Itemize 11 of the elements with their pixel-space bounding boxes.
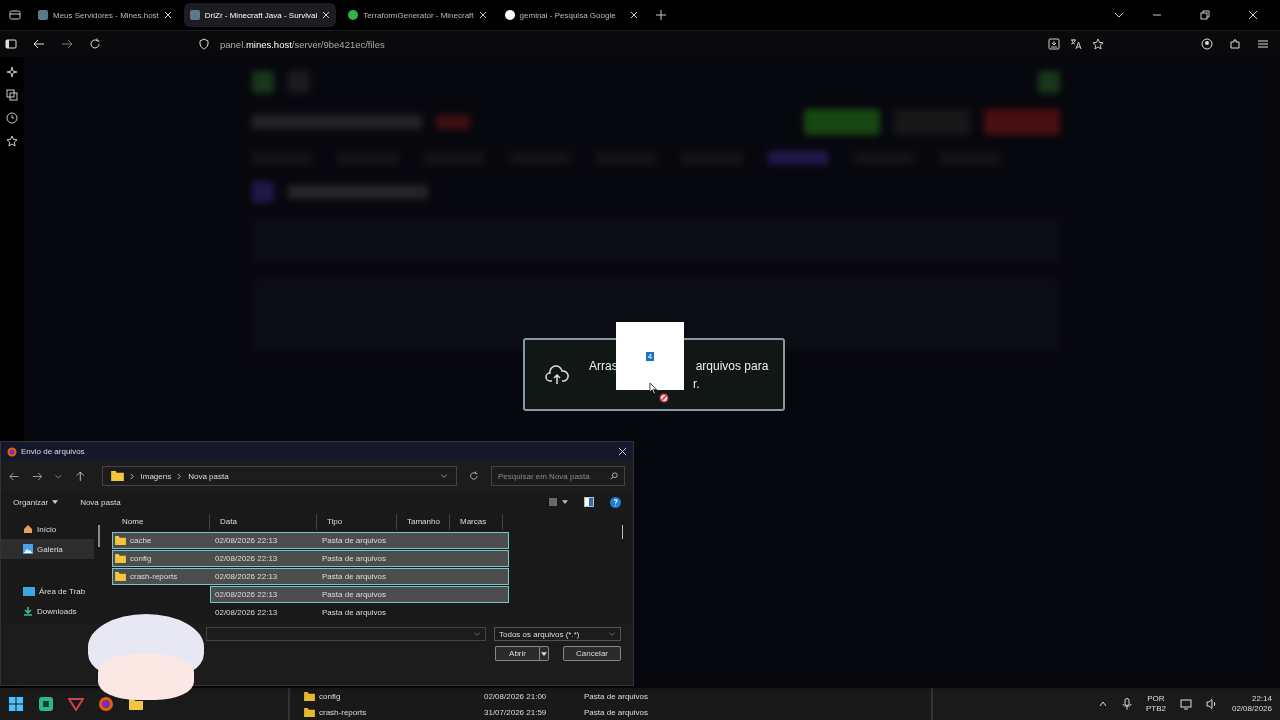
count-badge: 4 [645,351,655,361]
file-type: Pasta de arquivos [584,691,649,701]
url-text: panel.mines.host/server/9be421ec/files [220,38,385,50]
dialog-title: Envio de arquivos [21,447,85,456]
file-name: crash-reports [319,707,368,717]
file-type: Pasta de arquivos [584,707,649,717]
file-date: 02/08/2026 21:00 [484,691,548,701]
file-name: config [319,691,342,701]
drop-text: r. [693,376,700,391]
drop-text: arquivos para [695,358,769,373]
file-date: 31/07/2026 21:59 [484,707,548,717]
